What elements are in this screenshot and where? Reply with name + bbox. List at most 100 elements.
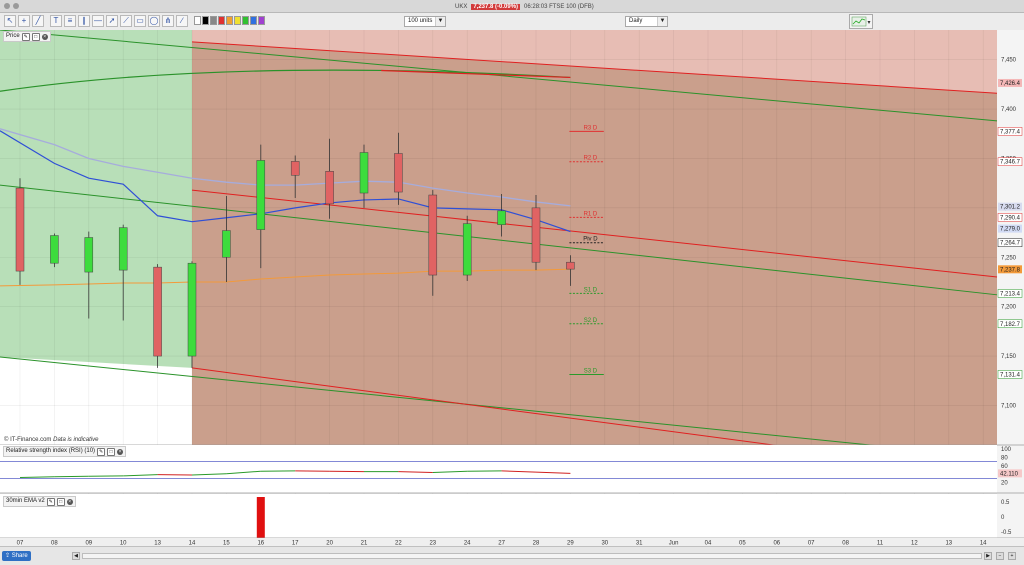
price-chart[interactable]: 7,4507,4007,3507,3007,2507,2007,1507,100…	[0, 30, 1024, 546]
chart-type-button[interactable]: ▾	[849, 14, 873, 29]
minimize-window-icon[interactable]	[13, 3, 19, 9]
expand-icon[interactable]: □	[57, 498, 65, 506]
pivot-value-label: 7,377.4	[1000, 129, 1021, 135]
window-titlebar: UKX 7,237.8 (-0.09%) 06:28:03 FTSE 100 (…	[0, 0, 1024, 13]
candle-up	[360, 153, 368, 194]
rsi-value-label: 42.110	[1000, 471, 1019, 477]
rectangle-tool-icon[interactable]: ▭	[134, 15, 146, 27]
candle-up	[257, 160, 265, 229]
pivot-value-label: 7,290.4	[1000, 215, 1021, 221]
y-tick-label: 7,250	[1001, 255, 1017, 261]
candle-down	[326, 171, 334, 204]
ema-panel: 0.50-0.5	[0, 494, 1024, 538]
rsi-background	[0, 445, 997, 493]
color-swatch-yellow[interactable]	[234, 16, 241, 25]
y-tick-label: 7,200	[1001, 305, 1017, 311]
ema-panel-label: 30min EMA v2 ✎ □ ×	[3, 496, 76, 507]
ray-tool-icon[interactable]: ⟋	[120, 15, 132, 27]
svg-text:▾: ▾	[868, 20, 871, 26]
settings-icon[interactable]: ✎	[22, 33, 30, 41]
ema-panel-title: 30min EMA v2	[6, 497, 45, 506]
channel-tool-icon[interactable]: ∥	[78, 15, 90, 27]
pivot-value-label: 7,264.7	[1000, 241, 1021, 247]
color-swatch-green[interactable]	[242, 16, 249, 25]
expand-icon[interactable]: □	[107, 448, 115, 456]
green-channel-fill	[0, 30, 192, 368]
pivot-level-name: S3 D	[584, 368, 598, 374]
y-tick-label: 7,450	[1001, 58, 1017, 64]
pivot-level-name: S2 D	[584, 318, 598, 324]
expand-icon[interactable]: □	[32, 33, 40, 41]
close-icon[interactable]: ×	[42, 34, 48, 40]
bottom-bar: ⇪ Share ◀ ▶ − +	[0, 546, 1024, 565]
color-swatch-blue[interactable]	[250, 16, 257, 25]
rsi-tick-label: 20	[1001, 481, 1008, 487]
units-select[interactable]: 100 units ▼	[404, 16, 446, 27]
fibonacci-tool-icon[interactable]: ≡	[64, 15, 76, 27]
price-panel-title: Price	[6, 32, 20, 41]
disclaimer-text: Data is indicative	[53, 437, 98, 443]
rsi-panel: 1008060402042.110	[0, 445, 1024, 493]
color-swatch-black[interactable]	[202, 16, 209, 25]
ema-panel-background	[0, 494, 997, 538]
share-button-label: Share	[12, 553, 28, 559]
price-change-badge: 7,237.8 (-0.09%)	[471, 4, 520, 10]
color-swatch-red[interactable]	[218, 16, 225, 25]
price-panel-label: Price ✎ □ ×	[3, 31, 51, 42]
rsi-tick-label: 100	[1001, 447, 1012, 453]
candle-down	[394, 154, 402, 193]
window-title: UKX 7,237.8 (-0.09%) 06:28:03 FTSE 100 (…	[455, 2, 594, 11]
candle-up	[119, 228, 127, 270]
price-value-label: 7,426.4	[1000, 81, 1021, 87]
pivot-value-label: 7,131.4	[1000, 372, 1021, 378]
interval-select[interactable]: Daily ▼	[625, 16, 668, 27]
zoom-out-icon[interactable]: −	[996, 552, 1004, 560]
color-swatch-white[interactable]	[194, 16, 201, 25]
color-swatch-purple[interactable]	[258, 16, 265, 25]
candle-up	[463, 224, 471, 275]
close-icon[interactable]: ×	[117, 449, 123, 455]
instrument-detail: 06:28:03 FTSE 100 (DFB)	[524, 4, 594, 10]
candle-up	[498, 211, 506, 225]
share-button[interactable]: ⇪ Share	[2, 551, 31, 561]
close-window-icon[interactable]	[4, 3, 10, 9]
y-tick-label: 7,150	[1001, 354, 1017, 360]
color-swatch-grey[interactable]	[210, 16, 217, 25]
ellipse-tool-icon[interactable]: ◯	[148, 15, 160, 27]
ema-tick-label: -0.5	[1001, 530, 1012, 536]
trendline-tool-icon[interactable]: ╱	[32, 15, 44, 27]
pivot-level-name: R1 D	[584, 211, 598, 217]
time-scrollbar[interactable]	[82, 553, 982, 559]
draw-line-tool-icon[interactable]: ∕	[176, 15, 188, 27]
instrument-name: UKX	[455, 4, 467, 10]
horizontal-line-tool-icon[interactable]: —	[92, 15, 104, 27]
chart-type-icon: ▾	[850, 15, 872, 28]
candle-down	[16, 188, 24, 271]
pivot-level-name: R2 D	[584, 156, 598, 162]
y-tick-label: 7,100	[1001, 403, 1017, 409]
units-select-value: 100 units	[408, 18, 432, 24]
y-tick-label: 7,400	[1001, 107, 1017, 113]
candle-up	[188, 263, 196, 356]
pivot-level-name: S1 D	[584, 287, 598, 293]
pointer-tool-icon[interactable]: ↖	[4, 15, 16, 27]
crosshair-tool-icon[interactable]: +	[18, 15, 30, 27]
candle-down	[429, 195, 437, 275]
candle-up	[50, 236, 58, 264]
pivot-value-label: 7,182.7	[1000, 322, 1021, 328]
color-swatch-orange[interactable]	[226, 16, 233, 25]
pivot-value-label: 7,346.7	[1000, 160, 1021, 166]
chevron-down-icon: ▼	[657, 17, 667, 26]
price-value-label: 7,301.2	[1000, 205, 1021, 211]
settings-icon[interactable]: ✎	[97, 448, 105, 456]
settings-icon[interactable]: ✎	[47, 498, 55, 506]
zoom-in-icon[interactable]: +	[1008, 552, 1016, 560]
copyright-note: © IT-Finance.com Data is indicative	[4, 437, 98, 443]
candle-down	[532, 208, 540, 262]
scroll-right-icon[interactable]: ▶	[984, 552, 992, 560]
text-tool-icon[interactable]: T	[50, 15, 62, 27]
scroll-left-icon[interactable]: ◀	[72, 552, 80, 560]
pitchfork-tool-icon[interactable]: ⋔	[162, 15, 174, 27]
close-icon[interactable]: ×	[67, 499, 73, 505]
arrow-tool-icon[interactable]: ➚	[106, 15, 118, 27]
